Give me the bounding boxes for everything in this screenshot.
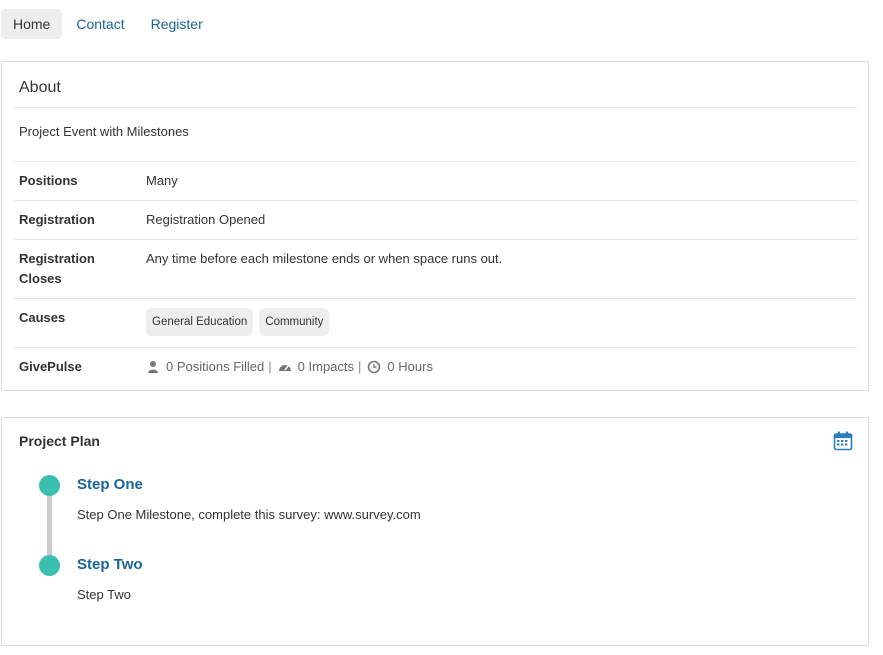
registration-label: Registration [19, 212, 95, 227]
nav-contact[interactable]: Contact [64, 9, 136, 39]
givepulse-label: GivePulse [19, 359, 82, 374]
registration-closes-label: Registration Closes [19, 251, 95, 286]
about-panel: About Project Event with Milestones Posi… [1, 61, 869, 391]
positions-value: Many [146, 173, 178, 188]
about-title: About [19, 79, 61, 96]
givepulse-stats: 0 Positions Filled | 0 Impacts | 0 Hours [146, 357, 433, 377]
impacts: 0 Impacts [297, 359, 355, 374]
registration-value: Registration Opened [146, 212, 266, 227]
calendar-icon[interactable] [833, 431, 853, 451]
positions-filled: 0 Positions Filled [166, 359, 265, 374]
milestone-dot [39, 555, 60, 576]
hours: 0 Hours [387, 359, 433, 374]
divider [14, 107, 857, 108]
causes-badges: General Education Community [146, 308, 335, 336]
clock-icon [368, 360, 381, 374]
step-one-title[interactable]: Step One [77, 476, 143, 493]
divider [14, 298, 857, 299]
project-plan-panel: Project Plan Step One Step One Milestone… [1, 417, 869, 646]
separator: | [268, 359, 272, 374]
cause-badge[interactable]: General Education [146, 308, 254, 336]
plan-title: Project Plan [19, 433, 100, 449]
about-description: Project Event with Milestones [19, 124, 189, 139]
step-two-description: Step Two [77, 587, 131, 602]
user-icon [148, 361, 158, 373]
gauge-icon [278, 365, 291, 371]
divider [14, 200, 857, 201]
nav-register[interactable]: Register [139, 9, 215, 39]
positions-label: Positions [19, 173, 78, 188]
divider [14, 161, 857, 162]
step-one-description: Step One Milestone, complete this survey… [77, 507, 421, 522]
divider [14, 239, 857, 240]
divider [14, 347, 857, 348]
milestone-dot [39, 475, 60, 496]
causes-label: Causes [19, 310, 66, 325]
registration-closes-value: Any time before each milestone ends or w… [146, 251, 503, 266]
separator: | [358, 359, 362, 374]
step-two-title[interactable]: Step Two [77, 556, 143, 573]
top-nav: Home Contact Register [1, 9, 217, 39]
cause-badge[interactable]: Community [259, 308, 330, 336]
nav-home[interactable]: Home [1, 9, 63, 39]
